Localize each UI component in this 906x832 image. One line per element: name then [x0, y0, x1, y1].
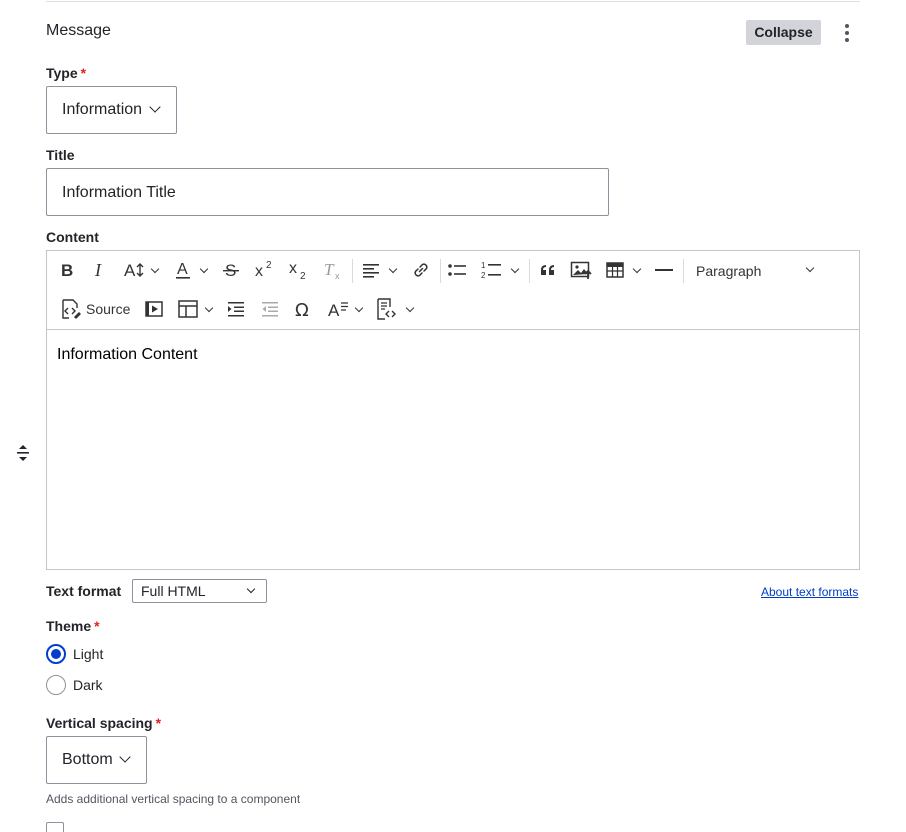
vertical-spacing-label: Vertical spacing * — [46, 715, 161, 731]
style-icon[interactable]: A — [326, 297, 350, 321]
rich-text-editor[interactable]: B I A A S x2 x2 Tx 1 2 Paragraph Source … — [46, 250, 860, 570]
chevron-down-icon[interactable] — [805, 263, 815, 273]
svg-text:A: A — [124, 261, 136, 279]
font-size-icon[interactable]: A — [121, 258, 149, 282]
chevron-down-icon[interactable] — [632, 264, 642, 274]
special-characters-icon[interactable]: Ω — [292, 297, 316, 321]
remove-format-icon[interactable]: Tx — [321, 258, 345, 282]
toolbar-separator — [440, 259, 441, 283]
svg-text:A: A — [328, 301, 340, 319]
indent-icon[interactable] — [224, 297, 248, 321]
text-format-select[interactable]: Full HTML — [132, 579, 267, 603]
font-color-icon[interactable]: A — [171, 258, 195, 282]
title-input-value: Information Title — [62, 184, 176, 201]
superscript-icon[interactable]: x2 — [253, 258, 277, 282]
block-quote-icon[interactable] — [536, 258, 560, 282]
heading-dropdown-value[interactable]: Paragraph — [696, 263, 761, 279]
svg-text:B: B — [61, 261, 73, 279]
svg-text:x: x — [289, 260, 297, 277]
text-format-value: Full HTML — [141, 583, 206, 599]
svg-text:T: T — [324, 260, 335, 279]
chevron-down-icon[interactable] — [510, 264, 520, 274]
chevron-down-icon[interactable] — [204, 303, 214, 313]
subscript-icon[interactable]: x2 — [287, 258, 311, 282]
media-icon[interactable] — [142, 297, 166, 321]
chevron-down-icon[interactable] — [199, 264, 209, 274]
type-select[interactable]: Information — [46, 86, 177, 134]
code-block-icon[interactable] — [374, 297, 398, 321]
vertical-spacing-value: Bottom — [62, 751, 113, 768]
vertical-spacing-label-text: Vertical spacing — [46, 715, 153, 731]
source-button-label[interactable]: Source — [86, 301, 130, 317]
theme-label: Theme * — [46, 618, 100, 634]
insert-image-icon[interactable] — [569, 258, 593, 282]
bulleted-list-icon[interactable] — [445, 258, 469, 282]
theme-option-light-label[interactable]: Light — [73, 646, 103, 662]
strikethrough-icon[interactable]: S — [219, 258, 243, 282]
table-icon[interactable] — [603, 258, 627, 282]
align-icon[interactable] — [359, 258, 383, 282]
horizontal-line-icon[interactable] — [652, 258, 676, 282]
collapse-button[interactable]: Collapse — [746, 20, 821, 45]
source-icon[interactable] — [59, 297, 83, 321]
bold-icon[interactable]: B — [55, 258, 79, 282]
drag-handle-icon[interactable] — [16, 444, 30, 462]
editor-body-text[interactable]: Information Content — [57, 346, 198, 364]
editor-toolbar: B I A A S x2 x2 Tx 1 2 Paragraph Source … — [47, 251, 859, 330]
outdent-icon[interactable] — [258, 297, 282, 321]
top-divider — [46, 1, 860, 2]
theme-radio-light[interactable] — [46, 644, 66, 664]
italic-icon[interactable]: I — [88, 258, 112, 282]
svg-text:x: x — [255, 263, 263, 280]
svg-text:Ω: Ω — [295, 300, 309, 318]
chevron-down-icon[interactable] — [354, 303, 364, 313]
kebab-icon[interactable] — [840, 22, 854, 44]
numbered-list-icon[interactable]: 12 — [479, 258, 503, 282]
type-label: Type * — [46, 65, 86, 81]
required-mark: * — [80, 65, 87, 81]
svg-text:2: 2 — [300, 271, 306, 281]
title-label: Title — [46, 147, 75, 163]
chevron-down-icon — [149, 101, 161, 113]
toolbar-separator — [683, 259, 684, 283]
vertical-spacing-description: Adds additional vertical spacing to a co… — [46, 792, 301, 806]
theme-option-dark-label[interactable]: Dark — [73, 677, 103, 693]
link-icon[interactable] — [409, 258, 433, 282]
required-mark: * — [155, 715, 162, 731]
paragraph-title: Message — [46, 22, 111, 39]
about-text-formats-link[interactable]: About text formats — [761, 585, 858, 599]
chevron-down-icon[interactable] — [405, 303, 415, 313]
toolbar-separator — [529, 259, 530, 283]
theme-label-text: Theme — [46, 618, 92, 634]
text-format-label: Text format — [46, 583, 122, 599]
svg-text:I: I — [94, 261, 102, 279]
theme-radio-dark[interactable] — [46, 675, 66, 695]
svg-text:x: x — [335, 271, 340, 281]
svg-text:1: 1 — [481, 261, 486, 270]
content-label: Content — [46, 229, 99, 245]
chevron-down-icon[interactable] — [388, 264, 398, 274]
vertical-spacing-select[interactable]: Bottom — [46, 736, 147, 784]
type-label-text: Type — [46, 65, 78, 81]
layout-table-icon[interactable] — [176, 297, 200, 321]
svg-text:2: 2 — [481, 271, 486, 280]
svg-text:2: 2 — [266, 260, 272, 271]
svg-text:A: A — [177, 261, 188, 278]
required-mark: * — [94, 618, 100, 634]
checkbox[interactable] — [46, 822, 64, 832]
toolbar-separator — [352, 259, 353, 283]
title-input[interactable]: Information Title — [46, 168, 609, 216]
chevron-down-icon — [119, 751, 131, 763]
chevron-down-icon[interactable] — [150, 264, 160, 274]
chevron-down-icon — [246, 584, 256, 594]
type-select-value: Information — [62, 101, 143, 118]
